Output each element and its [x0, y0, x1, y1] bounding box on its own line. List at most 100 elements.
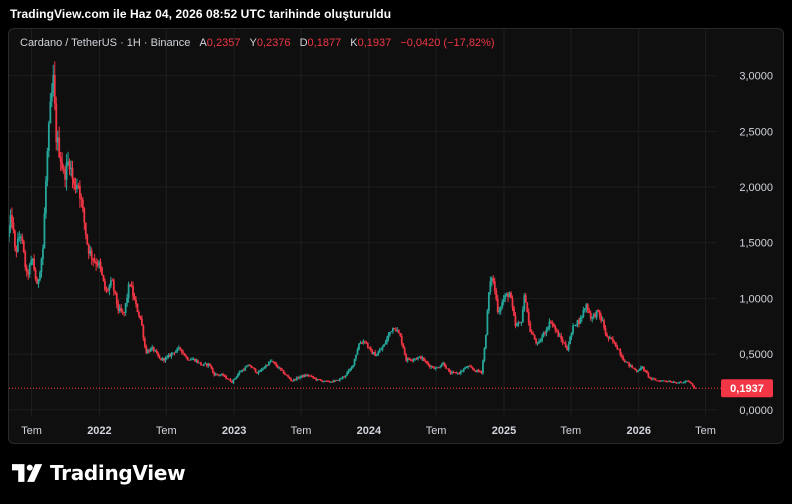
x-tick-label: 2024	[357, 425, 382, 437]
candle	[402, 342, 405, 349]
candle	[569, 335, 571, 345]
symbol-legend[interactable]: Cardano / TetherUS · 1H · Binance A0,235…	[20, 37, 495, 49]
y-tick-label: 2,0000	[739, 182, 773, 194]
candle	[640, 365, 642, 371]
close-label: K	[350, 37, 358, 49]
candle	[579, 315, 582, 324]
last-price-label: 0,1937	[730, 383, 764, 395]
candle	[68, 158, 71, 176]
candle	[487, 292, 490, 314]
open-value: 0,2357	[206, 37, 241, 49]
candle	[28, 262, 31, 278]
grid-lines	[9, 29, 717, 416]
x-tick-label: Tem	[291, 425, 312, 437]
candle	[607, 336, 610, 342]
candle	[152, 346, 155, 353]
candle	[645, 369, 648, 374]
open-label: A	[199, 37, 207, 49]
y-tick-label: 3,0000	[739, 71, 773, 83]
candle	[669, 380, 672, 383]
candle	[191, 357, 193, 361]
candle	[136, 303, 139, 313]
candle	[124, 302, 127, 316]
candle	[524, 292, 527, 303]
candle	[307, 373, 310, 378]
candle	[405, 353, 408, 363]
candle	[591, 316, 594, 323]
candle	[423, 357, 425, 362]
candle	[482, 359, 484, 375]
candle	[526, 302, 529, 313]
candle	[92, 257, 95, 267]
candle	[485, 334, 487, 350]
chart-attribution-note: TradingView.com ile Haz 04, 2026 08:52 U…	[10, 7, 392, 21]
candle	[16, 232, 19, 253]
symbol-name[interactable]: Cardano / TetherUS · 1H · Binance	[20, 37, 190, 49]
low-label: D	[299, 37, 308, 49]
tradingview-brand[interactable]: TradingView	[12, 461, 186, 485]
y-tick-label: 1,0000	[739, 293, 773, 305]
x-tick-label: 2022	[87, 425, 111, 437]
candle	[674, 381, 676, 383]
candle	[37, 278, 40, 288]
candle	[533, 334, 536, 340]
candle	[229, 378, 232, 382]
candle	[33, 254, 36, 272]
x-tick-label: Tem	[560, 425, 581, 437]
candle	[86, 233, 89, 246]
candle	[183, 352, 186, 357]
candle	[564, 340, 567, 348]
x-tick-label: Tem	[695, 425, 716, 437]
candle	[411, 358, 413, 363]
brand-name: TradingView	[50, 461, 186, 485]
candle	[43, 207, 46, 249]
tradingview-logo-icon	[12, 464, 43, 482]
y-tick-label: 0,5000	[739, 349, 773, 361]
candle	[53, 61, 56, 111]
candle	[279, 367, 282, 372]
candle	[296, 376, 298, 382]
candle	[9, 224, 10, 243]
last-price-line: 0,1937	[9, 379, 773, 398]
candle	[254, 368, 257, 373]
candle	[90, 247, 93, 265]
candle	[595, 310, 598, 321]
candle	[628, 362, 631, 368]
candle	[612, 336, 614, 344]
y-tick-label: 0,0000	[739, 405, 773, 417]
candle	[46, 147, 49, 187]
candle	[614, 342, 617, 348]
close-value: 0,1937	[357, 37, 392, 49]
y-tick-label: 1,5000	[739, 238, 773, 250]
candle	[417, 356, 419, 361]
candle	[102, 274, 105, 282]
candle	[378, 347, 381, 353]
candle	[65, 153, 68, 191]
candle	[312, 375, 315, 380]
candle	[459, 369, 462, 376]
candle	[344, 375, 347, 379]
candlestick-series	[9, 61, 697, 390]
candle	[690, 382, 693, 384]
chart-panel[interactable]: 0,1937 0,0000 0,5000 1,0000 1,5000 2,0000 2,5…	[8, 28, 784, 444]
candle	[483, 347, 486, 363]
candle	[257, 370, 260, 375]
y-tick-label: 2,5000	[739, 126, 773, 138]
candle	[282, 370, 285, 375]
candle	[61, 152, 64, 172]
price-chart[interactable]: 0,1937 0,0000 0,5000 1,0000 1,5000 2,0000 2,5…	[9, 29, 783, 443]
candle	[510, 291, 512, 299]
x-tick-label: 2026	[627, 425, 651, 437]
candle	[55, 96, 58, 151]
candle	[397, 329, 400, 334]
candle	[22, 239, 25, 254]
time-axis[interactable]: Tem 2022 Tem 2023 Tem 2024 Tem 2025 Tem 2026 Tem	[21, 425, 716, 437]
candle	[542, 331, 545, 338]
change-value: −0,0420 (−17,82%)	[400, 37, 495, 49]
high-value: 0,2376	[256, 37, 291, 49]
candle	[78, 180, 81, 208]
x-tick-label: 2023	[222, 425, 246, 437]
candle	[431, 365, 434, 368]
candle	[486, 308, 489, 336]
price-axis[interactable]: 0,0000 0,5000 1,0000 1,5000 2,0000 2,5000 3,00…	[739, 71, 773, 417]
